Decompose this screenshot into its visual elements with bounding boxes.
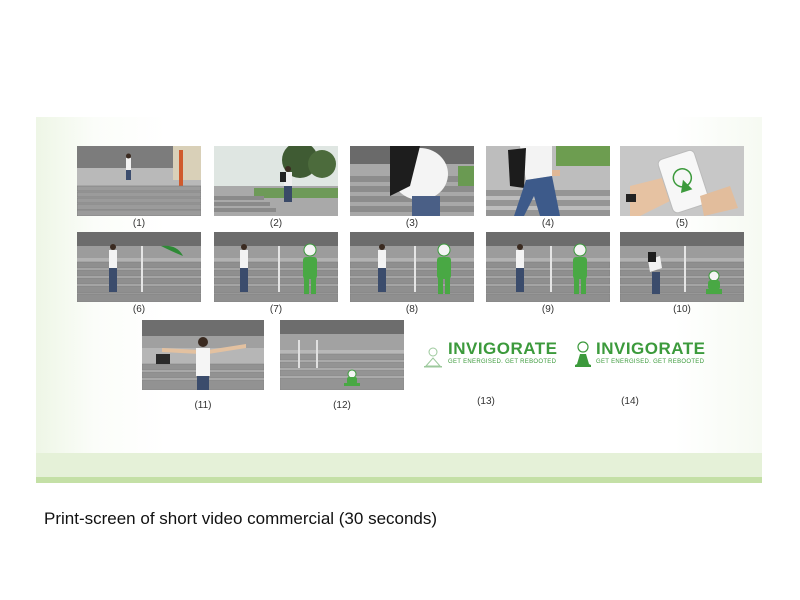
brand-tagline: GET ENERGISED. GET REBOOTED: [596, 359, 705, 365]
frame-7: [214, 232, 338, 302]
brand-wordmark: INVIGORATE: [596, 339, 706, 358]
frame-label: (12): [333, 400, 351, 411]
frame-8: [350, 232, 474, 302]
frame-label: (9): [541, 304, 555, 315]
frame-11: [142, 320, 264, 390]
frame-4: [486, 146, 610, 216]
frame-2: [214, 146, 338, 216]
frame-9: [486, 232, 610, 302]
frame-label: (6): [132, 304, 146, 315]
figure-caption: Print-screen of short video commercial (…: [44, 509, 438, 528]
frame-label: (4): [541, 218, 555, 229]
mascot-icon: [575, 341, 591, 367]
frame-5: [620, 146, 744, 216]
frame-label: (2): [269, 218, 283, 229]
mascot-icon: [424, 347, 442, 368]
frame-3: [350, 146, 474, 216]
frame-label: (13): [477, 396, 495, 407]
invigorate-logo-faded: INVIGORATE GET ENERGISED. GET REBOOTED: [422, 340, 557, 370]
frame-label: (5): [675, 218, 689, 229]
frame-label: (14): [621, 396, 639, 407]
frame-label: (11): [194, 400, 212, 411]
frame-6: [77, 232, 201, 302]
bottom-band-line: [36, 477, 762, 483]
frame-label: (10): [673, 304, 691, 315]
frame-label: (8): [405, 304, 419, 315]
frame-label: (1): [132, 218, 146, 229]
frame-label: (7): [269, 304, 283, 315]
frame-10: [620, 232, 744, 302]
frame-12: [280, 320, 404, 390]
invigorate-logo: INVIGORATE GET ENERGISED. GET REBOOTED: [572, 340, 705, 370]
brand-wordmark: INVIGORATE: [448, 339, 558, 358]
brand-tagline: GET ENERGISED. GET REBOOTED: [448, 359, 557, 365]
frame-label: (3): [405, 218, 419, 229]
frame-1: [77, 146, 201, 216]
